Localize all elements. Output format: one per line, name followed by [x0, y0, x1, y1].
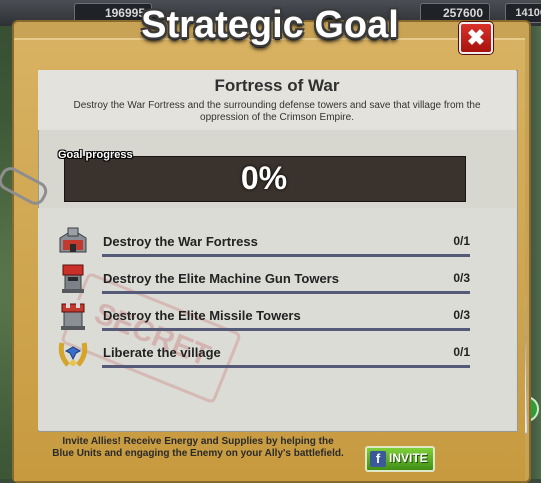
- task-divider: [102, 291, 470, 294]
- laurel-eagle-icon: [56, 335, 90, 369]
- task-label: Destroy the Elite Machine Gun Towers: [103, 271, 339, 286]
- dialog-title: Strategic Goal: [141, 4, 399, 46]
- invite-button[interactable]: f INVITE: [365, 446, 435, 472]
- goal-description: Destroy the War Fortress and the surroun…: [73, 100, 481, 123]
- task-count: 0/3: [453, 271, 470, 285]
- goal-progress-percent: 0%: [240, 160, 288, 196]
- fortress-icon: [56, 224, 90, 258]
- machine-gun-tower-icon: [56, 261, 90, 295]
- missile-tower-icon: [56, 298, 90, 332]
- task-divider: [102, 254, 470, 257]
- task-label: Destroy the War Fortress: [103, 234, 258, 249]
- task-count: 0/1: [453, 234, 470, 248]
- task-item: Destroy the Elite Missile Towers 0/3: [56, 298, 476, 332]
- task-label: Liberate the village: [103, 345, 221, 360]
- task-count: 0/3: [453, 308, 470, 322]
- task-item: Liberate the village 0/1: [56, 335, 476, 369]
- task-item: Destroy the Elite Machine Gun Towers 0/3: [56, 261, 476, 295]
- task-count: 0/1: [453, 345, 470, 359]
- task-divider: [102, 328, 470, 331]
- invite-button-label: INVITE: [389, 451, 428, 465]
- task-label: Destroy the Elite Missile Towers: [103, 308, 301, 323]
- goal-title: Fortress of War: [214, 76, 340, 95]
- task-item: Destroy the War Fortress 0/1: [56, 224, 476, 258]
- invite-info-text: Invite Allies! Receive Energy and Suppli…: [52, 436, 344, 459]
- facebook-icon: f: [370, 451, 386, 467]
- close-button[interactable]: ✖: [459, 22, 493, 54]
- task-divider: [102, 365, 470, 368]
